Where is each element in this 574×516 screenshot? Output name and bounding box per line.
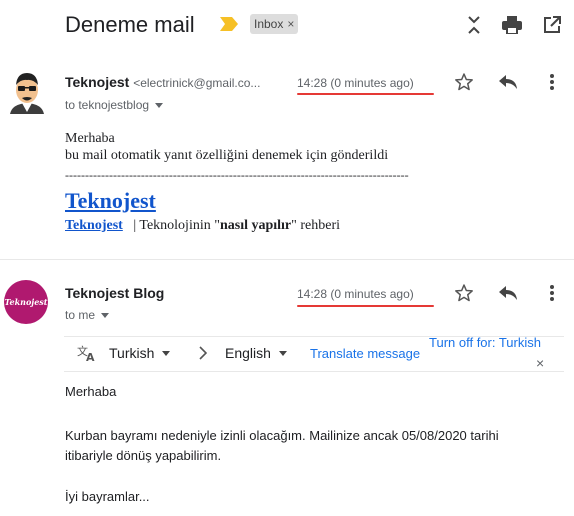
source-language-dropdown[interactable]: Turkish	[109, 345, 171, 361]
more-options-icon[interactable]	[541, 282, 563, 304]
message-body-line: Merhaba	[65, 384, 117, 399]
signature-line: Teknojest | Teknolojinin "nasıl yapılır"…	[65, 218, 340, 234]
message-body-line: itibariyle dönüş yapabilirim.	[65, 448, 222, 463]
email-subject: Deneme mail	[65, 12, 195, 37]
recipient-text: to teknojestblog	[65, 98, 150, 112]
translate-icon: 文 A	[77, 344, 97, 367]
reply-icon[interactable]	[497, 71, 519, 93]
target-language-dropdown[interactable]: English	[225, 345, 287, 361]
recipient-line[interactable]: to me	[65, 308, 110, 322]
recipient-details-caret-icon[interactable]	[101, 312, 110, 318]
message-timestamp: 14:28 (0 minutes ago)	[297, 287, 414, 301]
sender-name: Teknojest Blog	[65, 285, 165, 301]
dropdown-caret-icon	[162, 350, 171, 356]
sender-name-text: Teknojest	[65, 74, 130, 90]
recipient-line[interactable]: to teknojestblog	[65, 98, 164, 112]
message-body-line: Merhaba	[65, 131, 115, 146]
recipient-details-caret-icon[interactable]	[155, 102, 164, 108]
dropdown-caret-icon	[278, 350, 287, 356]
signature-text: | Teknolojinin "	[133, 218, 220, 233]
more-options-icon[interactable]	[541, 71, 563, 93]
expand-collapse-icon[interactable]	[463, 14, 485, 36]
svg-text:A: A	[86, 351, 95, 362]
sender-email: <electrinick@gmail.co...	[133, 76, 261, 90]
message-body-line: İyi bayramlar...	[65, 489, 150, 504]
target-language-label: English	[225, 345, 271, 361]
reply-icon[interactable]	[497, 282, 519, 304]
message-timestamp: 14:28 (0 minutes ago)	[297, 76, 414, 90]
chevron-right-icon	[199, 346, 208, 365]
inbox-label-text: Inbox	[254, 17, 284, 31]
message-divider	[0, 259, 574, 260]
timestamp-highlight-underline	[297, 93, 434, 95]
important-marker-icon[interactable]	[220, 17, 238, 31]
timestamp-highlight-underline	[297, 305, 434, 307]
source-language-label: Turkish	[109, 345, 155, 361]
star-icon[interactable]	[453, 71, 475, 93]
print-icon[interactable]	[501, 14, 523, 36]
signature-title-link[interactable]: Teknojest	[65, 188, 156, 214]
open-in-new-window-icon[interactable]	[541, 14, 563, 36]
signature-link[interactable]: Teknojest	[65, 218, 123, 233]
recipient-text: to me	[65, 308, 96, 322]
inbox-label-chip: Inbox ×	[250, 14, 299, 34]
signature-bold-text: nasıl yapılır	[219, 218, 292, 233]
translate-message-link[interactable]: Translate message	[310, 346, 420, 361]
sender-avatar	[6, 68, 48, 114]
turn-off-translation-link[interactable]: Turn off for: Turkish	[429, 335, 541, 350]
signature-text-end: " rehberi	[291, 218, 340, 233]
avatar-logo-text: Teknojest	[4, 297, 48, 307]
remove-label-button[interactable]: ×	[287, 17, 294, 31]
sender-avatar: Teknojest	[4, 280, 48, 324]
sender-name: Teknojest <electrinick@gmail.co...	[65, 74, 260, 90]
signature-separator: ----------------------------------------…	[65, 168, 409, 182]
message-body-line: bu mail otomatik yanıt özelliğini deneme…	[65, 148, 389, 163]
message-body-line: Kurban bayramı nedeniyle izinli olacağım…	[65, 428, 499, 443]
close-translate-bar-button[interactable]: ×	[536, 355, 544, 371]
star-icon[interactable]	[453, 282, 475, 304]
